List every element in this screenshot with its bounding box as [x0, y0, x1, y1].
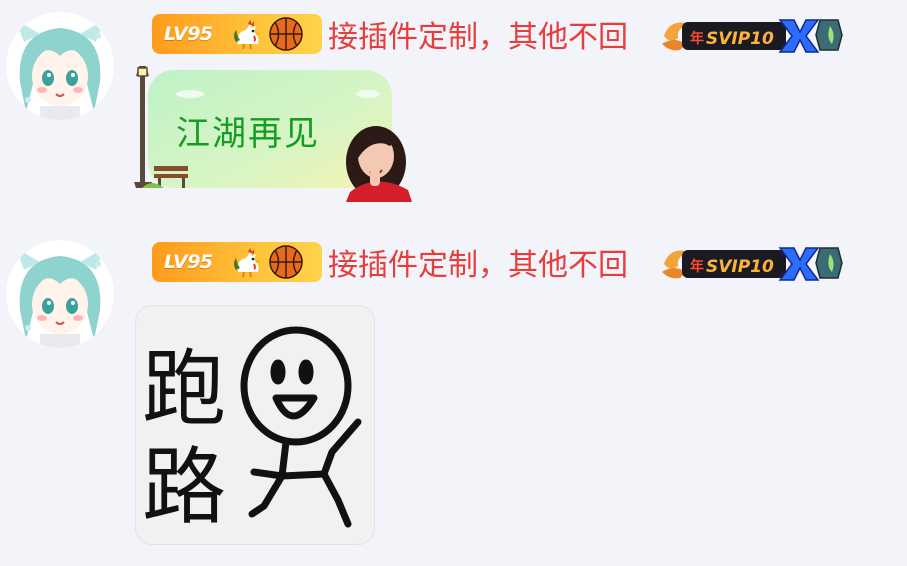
level-text: LV95	[164, 23, 213, 45]
svip-year-text: 年	[690, 30, 704, 47]
message-header: LV95 接插件定制，其他不回	[152, 240, 628, 284]
sticker-char-road: 路	[142, 438, 226, 536]
anime-girl-avatar-icon	[6, 12, 114, 120]
avatar[interactable]	[6, 12, 114, 120]
level-badge[interactable]: LV95	[152, 14, 322, 54]
bubble-text: 江湖再见	[176, 114, 320, 154]
anime-girl-avatar-icon	[6, 240, 114, 348]
chat-message: LV95 接插件定制，其他不回	[0, 12, 907, 202]
svip-text: SVIP10	[706, 29, 774, 49]
svip-badge[interactable]: 年 SVIP10	[660, 242, 844, 284]
basketball-icon	[269, 17, 303, 51]
svip-year-text: 年	[690, 258, 704, 275]
sticker-char-run: 跑	[142, 340, 226, 438]
rooster-icon	[234, 20, 261, 50]
chat-message: LV95 接插件定制，其他不回	[0, 240, 907, 550]
svip-badge[interactable]: 年 SVIP10	[660, 14, 844, 56]
avatar[interactable]	[6, 240, 114, 348]
message-bubble[interactable]: 江湖再见	[130, 66, 420, 202]
basketball-icon	[269, 245, 303, 279]
nickname[interactable]: 接插件定制，其他不回	[328, 12, 628, 56]
rooster-icon	[234, 248, 261, 278]
nickname[interactable]: 接插件定制，其他不回	[328, 240, 628, 284]
sticker-image[interactable]: 跑 路	[136, 306, 374, 544]
level-badge[interactable]: LV95	[152, 242, 322, 282]
level-text: LV95	[164, 251, 213, 273]
message-header: LV95 接插件定制，其他不回	[152, 12, 628, 56]
running-stickman-sticker-icon: 跑 路	[136, 306, 374, 544]
svip-text: SVIP10	[706, 257, 774, 277]
